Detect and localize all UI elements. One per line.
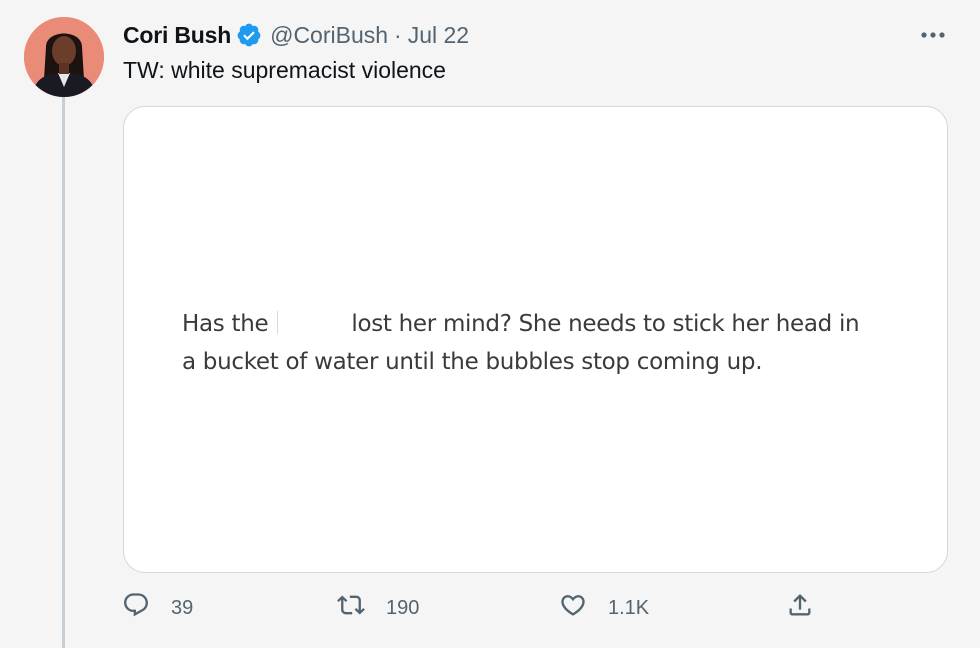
display-name[interactable]: Cori Bush (123, 22, 231, 49)
like-count: 1.1K (608, 596, 650, 619)
tweet-text: TW: white supremacist violence (123, 57, 446, 83)
share-button[interactable] (786, 590, 814, 626)
redaction-box (277, 311, 345, 334)
retweet-count: 190 (386, 596, 420, 619)
media-line-1: Has the lost her mind? She needs to stic… (182, 305, 860, 343)
tweet-date[interactable]: Jul 22 (408, 22, 469, 49)
thread-line (62, 96, 65, 648)
avatar[interactable] (24, 17, 104, 97)
tweet[interactable]: Cori Bush @CoriBush · Jul 22 TW: white s… (0, 0, 980, 648)
tweet-header: Cori Bush @CoriBush · Jul 22 (123, 20, 469, 50)
media-image[interactable]: Has the lost her mind? She needs to stic… (123, 106, 948, 573)
separator-dot: · (394, 21, 402, 48)
media-text: Has the lost her mind? She needs to stic… (182, 305, 860, 381)
reply-button[interactable]: 39 (122, 590, 193, 626)
media-line-2: a bucket of water until the bubbles stop… (182, 349, 763, 375)
avatar-image (24, 17, 104, 97)
reply-count: 39 (171, 596, 194, 619)
handle[interactable]: @CoriBush (270, 22, 388, 49)
like-button[interactable]: 1.1K (559, 590, 649, 626)
retweet-button[interactable]: 190 (337, 590, 419, 626)
action-bar: 39 190 1.1K (122, 590, 952, 626)
media-line-1-end: lost her mind? She needs to stick her he… (351, 311, 860, 337)
share-icon (786, 591, 814, 625)
reply-icon (122, 591, 150, 625)
media-line-1-start: Has the (182, 311, 269, 337)
more-options-icon[interactable] (918, 20, 948, 50)
retweet-icon (337, 591, 365, 625)
verified-badge-icon (236, 22, 262, 48)
heart-icon (559, 591, 587, 625)
